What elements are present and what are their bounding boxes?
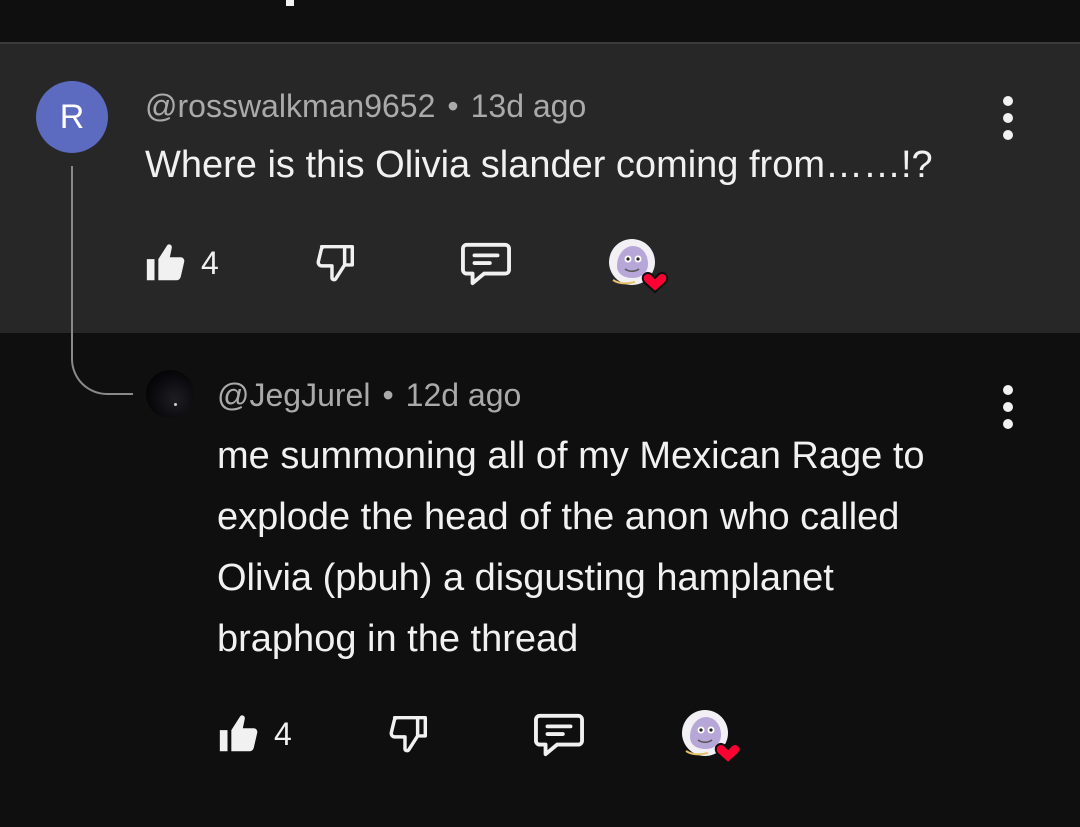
comment-author[interactable]: @rosswalkman9652 [145,88,435,124]
reply-text-line: me summoning all of my Mexican Rage to [217,435,925,477]
dislike-button[interactable] [386,711,432,757]
dislike-button[interactable] [313,240,359,286]
meta-separator: • [382,377,394,413]
like-count: 4 [201,244,219,281]
meta-separator: • [447,88,459,124]
creator-heart-badge [607,236,677,303]
cut-off-text [286,0,294,6]
reply-text-line: explode the head of the anon who called [217,496,900,538]
like-count: 4 [274,715,292,752]
reply-comment-icon [534,713,584,757]
comment-text: Where is this Olivia slander coming from… [145,144,933,186]
reply-meta: @JegJurel • 12d ago [217,377,521,414]
thumbs-down-icon [389,715,428,753]
like-button[interactable]: 4 [216,711,292,757]
more-vertical-icon[interactable] [998,96,1018,140]
thumbs-down-icon [316,244,355,282]
avatar[interactable]: R [36,81,108,153]
comments-page: R @rosswalkman9652 • 13d ago Where is this… [0,0,1080,827]
reply-text-line: Olivia (pbuh) a disgusting hamplanet [217,557,834,599]
reply-button[interactable] [532,711,586,759]
reply-thread-line [71,166,133,395]
thumbs-up-icon [219,715,258,752]
reply-author[interactable]: @JegJurel [217,377,370,413]
comment-meta: @rosswalkman9652 • 13d ago [145,88,586,125]
reply-age[interactable]: 12d ago [406,377,522,413]
reply-text-line: braphog in the thread [217,618,579,660]
thumbs-up-icon [146,244,185,281]
creator-heart-badge [680,707,750,774]
reply-avatar[interactable] [146,370,194,418]
like-button[interactable]: 4 [143,240,219,286]
reply-text: me summoning all of my Mexican Rage to e… [217,426,925,670]
top-strip [0,0,1080,42]
comment-age[interactable]: 13d ago [471,88,587,124]
more-vertical-icon[interactable] [998,385,1018,429]
reply-button[interactable] [459,240,513,288]
reply-comment-icon [461,242,511,286]
